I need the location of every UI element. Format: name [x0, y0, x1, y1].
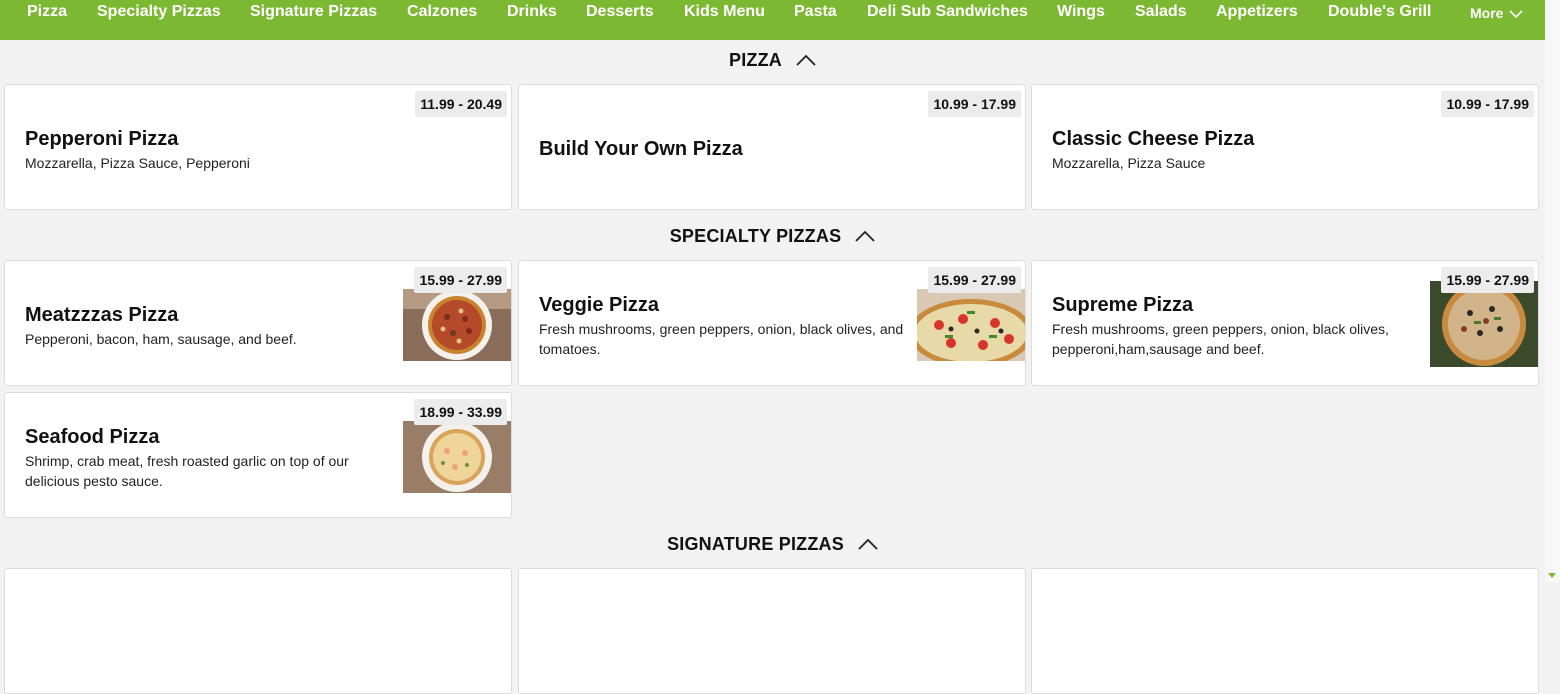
scroll-down-arrow[interactable]: [1548, 573, 1556, 578]
menu-item-card-build-your-own-pizza[interactable]: 10.99 - 17.99 Build Your Own Pizza: [518, 84, 1026, 210]
more-menu-button[interactable]: More: [1470, 5, 1523, 21]
nav-item-specialty-pizzas[interactable]: Specialty Pizzas: [97, 3, 221, 21]
menu-item-card-classic-cheese-pizza[interactable]: 10.99 - 17.99 Classic Cheese Pizza Mozza…: [1031, 84, 1539, 210]
seafood-pizza-photo: [403, 421, 511, 493]
menu-item-card[interactable]: [4, 568, 512, 694]
nav-item-signature-pizzas[interactable]: Signature Pizzas: [250, 3, 377, 21]
item-name: Meatzzzas Pizza: [25, 304, 179, 326]
item-description: Mozzarella, Pizza Sauce, Pepperoni: [25, 155, 250, 171]
chevron-up-icon[interactable]: [796, 54, 816, 66]
nav-item-doubles-grill[interactable]: Double's Grill: [1328, 3, 1431, 21]
item-name: Supreme Pizza: [1052, 294, 1194, 316]
chevron-up-icon[interactable]: [855, 230, 875, 242]
item-description: Shrimp, crab meat, fresh roasted garlic …: [25, 453, 349, 489]
section-title: PIZZA: [729, 49, 782, 70]
menu-item-card[interactable]: [518, 568, 1026, 694]
nav-item-pasta[interactable]: Pasta: [794, 3, 837, 21]
price-badge: 15.99 - 27.99: [414, 267, 507, 293]
item-name: Seafood Pizza: [25, 426, 160, 448]
veggie-pizza-photo: [917, 289, 1025, 361]
supreme-pizza-photo: [1430, 281, 1538, 367]
chevron-up-icon[interactable]: [858, 538, 878, 550]
vertical-scrollbar[interactable]: [1545, 0, 1560, 582]
item-name: Pepperoni Pizza: [25, 128, 179, 150]
item-name: Build Your Own Pizza: [539, 138, 743, 160]
menu-item-card-supreme-pizza[interactable]: 15.99 - 27.99 Supreme Pizza Fresh mushro…: [1031, 260, 1539, 386]
section-header-signature-pizzas[interactable]: SIGNATURE PIZZAS: [0, 524, 1545, 564]
item-description: Mozzarella, Pizza Sauce: [1052, 155, 1206, 171]
nav-item-drinks[interactable]: Drinks: [507, 3, 557, 21]
item-name: Veggie Pizza: [539, 294, 660, 316]
section-title: SIGNATURE PIZZAS: [667, 533, 844, 554]
price-badge: 11.99 - 20.49: [415, 91, 507, 117]
item-name: Classic Cheese Pizza: [1052, 128, 1255, 150]
item-description: Fresh mushrooms, green peppers, onion, b…: [1052, 321, 1389, 357]
menu-item-card-pepperoni-pizza[interactable]: 11.99 - 20.49 Pepperoni Pizza Mozzarella…: [4, 84, 512, 210]
nav-item-pizza[interactable]: Pizza: [27, 3, 67, 21]
nav-item-wings[interactable]: Wings: [1057, 3, 1105, 21]
price-badge: 15.99 - 27.99: [928, 267, 1021, 293]
category-nav: Pizza Specialty Pizzas Signature Pizzas …: [0, 0, 1545, 40]
nav-item-appetizers[interactable]: Appetizers: [1216, 3, 1298, 21]
item-description: Fresh mushrooms, green peppers, onion, b…: [539, 321, 904, 357]
nav-item-calzones[interactable]: Calzones: [407, 3, 477, 21]
price-badge: 10.99 - 17.99: [1441, 91, 1534, 117]
item-description: Pepperoni, bacon, ham, sausage, and beef…: [25, 331, 297, 347]
menu-item-card-meatzzzas-pizza[interactable]: 15.99 - 27.99 Meatzzzas Pizza Pepperoni,…: [4, 260, 512, 386]
price-badge: 18.99 - 33.99: [414, 399, 507, 425]
price-badge: 10.99 - 17.99: [928, 91, 1021, 117]
menu-item-card-seafood-pizza[interactable]: 18.99 - 33.99 Seafood Pizza Shrimp, crab…: [4, 392, 512, 518]
price-badge: 15.99 - 27.99: [1441, 267, 1534, 293]
more-label: More: [1470, 5, 1504, 21]
nav-item-desserts[interactable]: Desserts: [586, 3, 654, 21]
menu-item-card[interactable]: [1031, 568, 1539, 694]
section-title: SPECIALTY PIZZAS: [669, 225, 842, 246]
section-header-pizza[interactable]: PIZZA: [0, 40, 1545, 80]
nav-item-kids-menu[interactable]: Kids Menu: [684, 3, 765, 21]
section-header-specialty-pizzas[interactable]: SPECIALTY PIZZAS: [0, 216, 1545, 256]
menu-item-card-veggie-pizza[interactable]: 15.99 - 27.99 Veggie Pizza Fresh mushroo…: [518, 260, 1026, 386]
nav-item-deli-sub-sandwiches[interactable]: Deli Sub Sandwiches: [867, 3, 1028, 21]
chevron-down-icon: [1509, 10, 1523, 19]
meat-pizza-photo: [403, 289, 511, 361]
nav-item-salads[interactable]: Salads: [1135, 3, 1187, 21]
